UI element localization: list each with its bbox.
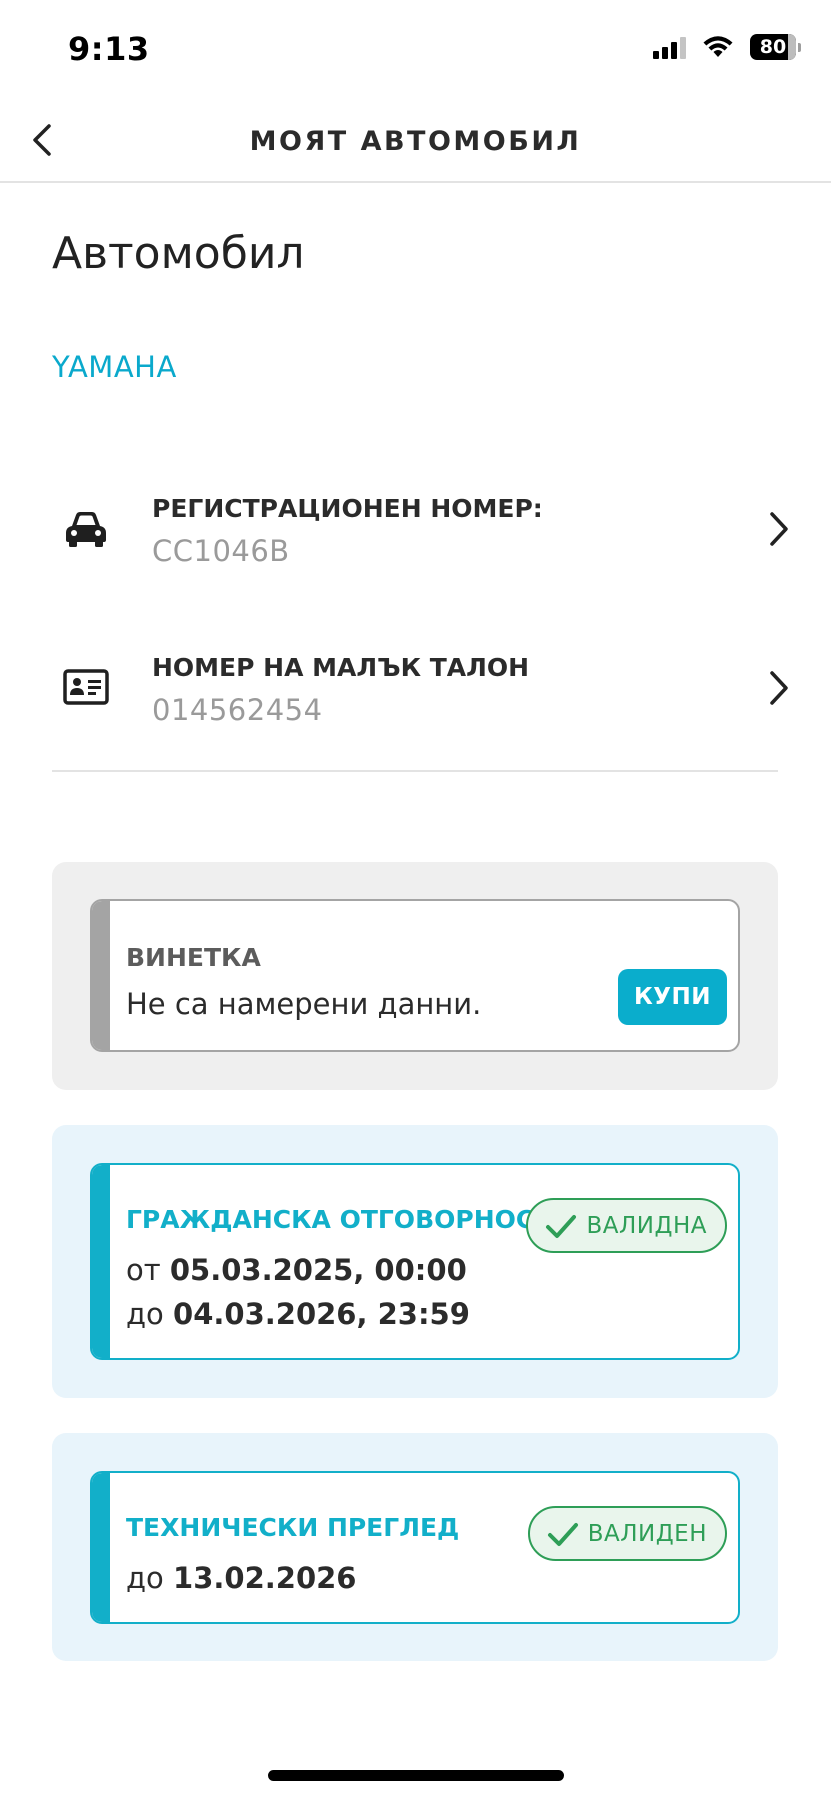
civil-liability-panel: ГРАЖДАНСКА ОТГОВОРНОСТ от 05.03.2025, 00…	[52, 1125, 778, 1398]
home-indicator[interactable]	[268, 1770, 564, 1781]
wifi-icon	[703, 36, 733, 57]
small-talon-number-value: 014562454	[152, 693, 323, 727]
to-date: 04.03.2026, 23:59	[173, 1297, 470, 1331]
checkmark-icon	[547, 1522, 578, 1546]
vignette-no-data-text: Не са намерени данни.	[126, 987, 482, 1021]
nav-title: МОЯТ АВТОМОБИЛ	[249, 126, 582, 157]
small-talon-number-label: НОМЕР НА МАЛЪК ТАЛОН	[152, 653, 530, 682]
id-card-icon	[63, 669, 109, 705]
vignette-card: ВИНЕТКА Не са намерени данни. КУПИ	[90, 899, 740, 1052]
civil-liability-to: до 04.03.2026, 23:59	[126, 1297, 470, 1331]
status-bar: 9:13 80	[0, 0, 831, 100]
registration-number-value: CC1046B	[152, 534, 290, 568]
card-accent-bar	[92, 1473, 110, 1622]
civil-liability-from: от 05.03.2025, 00:00	[126, 1253, 467, 1287]
chevron-right-icon	[770, 512, 788, 546]
car-icon	[66, 512, 106, 547]
battery-icon: 80	[750, 34, 801, 60]
technical-inspection-panel: ТЕХНИЧЕСКИ ПРЕГЛЕД до 13.02.2026 ВАЛИДЕН	[52, 1433, 778, 1661]
card-accent-bar	[92, 1165, 110, 1358]
small-talon-number-row[interactable]: НОМЕР НА МАЛЪК ТАЛОН 014562454	[52, 647, 792, 727]
civil-liability-card[interactable]: ГРАЖДАНСКА ОТГОВОРНОСТ от 05.03.2025, 00…	[90, 1163, 740, 1360]
chevron-right-icon	[770, 671, 788, 705]
badge-label: ВАЛИДНА	[586, 1212, 707, 1239]
to-prefix: до	[126, 1297, 164, 1331]
to-date: 13.02.2026	[173, 1561, 357, 1595]
section-divider	[52, 770, 778, 772]
vehicle-brand: YAMAHA	[52, 350, 177, 384]
vignette-title: ВИНЕТКА	[126, 943, 261, 972]
technical-inspection-card[interactable]: ТЕХНИЧЕСКИ ПРЕГЛЕД до 13.02.2026 ВАЛИДЕН	[90, 1471, 740, 1624]
valid-status-badge: ВАЛИДНА	[526, 1198, 727, 1253]
civil-liability-title: ГРАЖДАНСКА ОТГОВОРНОСТ	[126, 1205, 552, 1234]
registration-number-row[interactable]: РЕГИСТРАЦИОНЕН НОМЕР: CC1046B	[52, 488, 792, 568]
nav-bar: МОЯТ АВТОМОБИЛ	[0, 100, 831, 183]
vignette-panel: ВИНЕТКА Не са намерени данни. КУПИ	[52, 862, 778, 1090]
page-title: Автомобил	[52, 228, 305, 279]
from-date: 05.03.2025, 00:00	[169, 1253, 467, 1287]
registration-number-label: РЕГИСТРАЦИОНЕН НОМЕР:	[152, 494, 543, 523]
cellular-signal-icon	[653, 35, 686, 59]
checkmark-icon	[546, 1214, 577, 1238]
technical-inspection-title: ТЕХНИЧЕСКИ ПРЕГЛЕД	[126, 1513, 460, 1542]
card-accent-bar	[92, 901, 110, 1050]
technical-inspection-to: до 13.02.2026	[126, 1561, 356, 1595]
to-prefix: до	[126, 1561, 164, 1595]
status-icons: 80	[653, 34, 801, 60]
badge-label: ВАЛИДЕН	[587, 1520, 707, 1547]
status-time: 9:13	[68, 30, 150, 68]
valid-status-badge: ВАЛИДЕН	[527, 1506, 727, 1561]
buy-vignette-button[interactable]: КУПИ	[618, 969, 727, 1025]
from-prefix: от	[126, 1253, 161, 1287]
battery-level: 80	[759, 36, 787, 58]
